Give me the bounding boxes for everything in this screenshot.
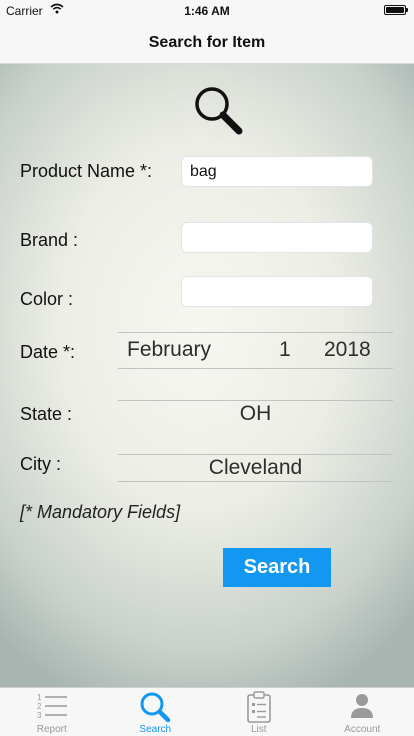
date-label: Date *: — [20, 342, 76, 362]
state-picker[interactable]: OH — [118, 400, 393, 427]
tab-label-search: Search — [139, 724, 172, 735]
magnifying-glass-icon — [192, 84, 244, 143]
page-title: Search for Item — [148, 34, 266, 51]
mandatory-fields-note: [* Mandatory Fields] — [20, 502, 181, 522]
search-button[interactable]: Search — [223, 548, 331, 587]
brand-field[interactable] — [181, 222, 373, 253]
svg-text:3: 3 — [37, 711, 42, 720]
state-label: State : — [20, 404, 73, 424]
tab-account[interactable]: Account — [311, 688, 414, 736]
search-button-label: Search — [243, 556, 311, 578]
city-picker[interactable]: Cleveland — [118, 454, 393, 482]
city-picker-value[interactable]: Cleveland — [118, 456, 393, 480]
status-bar: Carrier 1:46 AM — [0, 0, 414, 20]
product-name-label: Product Name *: — [20, 161, 153, 181]
date-picker[interactable]: February 1 2018 — [118, 332, 393, 369]
color-label: Color : — [20, 289, 74, 309]
tab-list[interactable]: List — [207, 688, 311, 736]
battery-icon — [384, 5, 408, 15]
tab-label-list: List — [250, 724, 267, 735]
svg-text:1: 1 — [37, 693, 42, 702]
tab-label-account: Account — [344, 724, 381, 735]
city-label: City : — [20, 454, 62, 474]
date-picker-month[interactable]: February — [127, 338, 211, 362]
brand-label: Brand : — [20, 230, 79, 250]
status-time: 1:46 AM — [184, 4, 230, 18]
date-picker-year[interactable]: 2018 — [324, 338, 371, 362]
state-picker-value[interactable]: OH — [118, 402, 393, 426]
tab-label-report: Report — [36, 724, 67, 735]
color-field[interactable] — [181, 276, 373, 307]
tab-bar: 1 2 3 Report Search List Account — [0, 687, 414, 736]
tab-report[interactable]: 1 2 3 Report — [0, 688, 104, 736]
svg-text:2: 2 — [37, 702, 42, 711]
navigation-bar: Search for Item — [0, 20, 414, 64]
product-name-field[interactable] — [181, 156, 373, 187]
tab-search[interactable]: Search — [104, 688, 208, 736]
date-picker-day[interactable]: 1 — [279, 338, 291, 362]
